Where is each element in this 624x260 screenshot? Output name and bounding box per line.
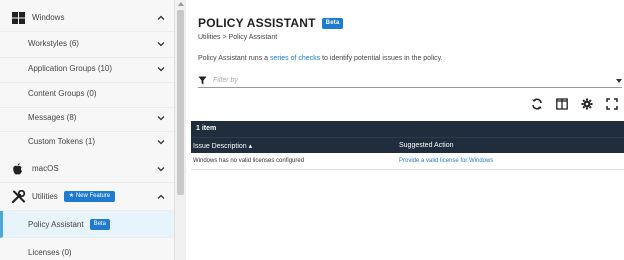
settings-icon[interactable]	[581, 98, 593, 110]
sidebar: Windows Workstyles (6) Application Group…	[0, 0, 186, 260]
apple-icon	[12, 162, 26, 175]
sidebar-scrollbar[interactable]	[174, 0, 186, 260]
columns-icon[interactable]	[556, 98, 568, 110]
beta-badge: Beta	[321, 17, 344, 29]
dropdown-caret-icon[interactable]	[616, 79, 622, 83]
series-of-checks-link[interactable]: series of checks	[270, 55, 320, 62]
beta-badge: Beta	[89, 218, 110, 230]
sidebar-item-label: Content Groups (0)	[28, 89, 97, 98]
sidebar-item-label: Custom Tokens (1)	[28, 137, 95, 146]
grid-column-headers: Issue Description ▴ Suggested Action	[191, 137, 624, 153]
breadcrumb: Utilities > Policy Assistant	[198, 34, 278, 41]
grid-header: 1 item Issue Description ▴ Suggested Act…	[191, 121, 624, 153]
sidebar-item-label: Policy Assistant	[28, 219, 84, 229]
page-description: Policy Assistant runs a series of checks…	[198, 55, 443, 62]
page-title: POLICY ASSISTANT Beta	[198, 16, 344, 30]
sidebar-item-application-groups[interactable]: Application Groups (10)	[0, 55, 174, 83]
filter-icon	[198, 76, 207, 85]
fullscreen-icon[interactable]	[606, 98, 618, 110]
chevron-down-icon[interactable]	[156, 64, 166, 74]
item-count: 1 item	[196, 125, 217, 132]
page-title-text: POLICY ASSISTANT	[198, 16, 316, 30]
chevron-up-icon[interactable]	[156, 192, 166, 202]
chevron-down-icon[interactable]	[156, 113, 166, 123]
scrollbar-thumb[interactable]	[177, 10, 184, 195]
column-header-issue-description[interactable]: Issue Description ▴	[191, 142, 397, 150]
sidebar-section-label: macOS	[32, 164, 59, 173]
issue-cell: Windows has no valid licenses configured	[193, 158, 305, 164]
sidebar-item-label: Workstyles (6)	[28, 39, 79, 48]
chevron-down-icon[interactable]	[156, 39, 166, 49]
sidebar-item-label: Licenses (0)	[28, 247, 72, 257]
badge-label: New Feature	[75, 193, 111, 199]
main-content: POLICY ASSISTANT Beta Utilities > Policy…	[191, 0, 624, 260]
chevron-down-icon[interactable]	[156, 164, 166, 174]
sidebar-item-label: Messages (8)	[28, 113, 77, 122]
new-feature-badge: ★ New Feature	[63, 191, 116, 202]
suggested-action-link[interactable]: Provide a valid license for Windows	[397, 158, 624, 164]
sidebar-item-custom-tokens[interactable]: Custom Tokens (1)	[0, 128, 174, 156]
sidebar-item-licenses[interactable]: Licenses (0)	[0, 238, 174, 260]
refresh-icon[interactable]	[531, 98, 543, 110]
sidebar-item-policy-assistant[interactable]: Policy Assistant Beta	[0, 211, 174, 238]
grid-toolbar	[531, 98, 618, 110]
column-header-suggested-action[interactable]: Suggested Action	[397, 142, 624, 149]
scroll-up-arrow-icon[interactable]	[178, 2, 184, 6]
description-text-end: to identify potential issues in the poli…	[320, 55, 443, 62]
filter-input[interactable]: Filter by	[198, 74, 622, 88]
tools-icon	[12, 190, 26, 203]
sidebar-section-macos[interactable]: macOS	[0, 155, 174, 183]
sidebar-section-windows[interactable]: Windows	[0, 4, 174, 32]
sidebar-section-label: Utilities	[32, 192, 58, 201]
table-row[interactable]: Windows has no valid licenses configured…	[191, 153, 624, 170]
sidebar-item-label: Application Groups (10)	[28, 64, 113, 73]
sidebar-section-utilities[interactable]: Utilities ★ New Feature	[0, 183, 174, 211]
chevron-down-icon[interactable]	[156, 137, 166, 147]
sidebar-item-workstyles[interactable]: Workstyles (6)	[0, 30, 174, 58]
windows-icon	[12, 11, 26, 24]
sidebar-section-label: Windows	[32, 13, 65, 22]
issues-grid: 1 item Issue Description ▴ Suggested Act…	[191, 121, 624, 170]
filter-placeholder: Filter by	[213, 77, 238, 84]
description-text: Policy Assistant runs a	[198, 55, 270, 62]
chevron-up-icon[interactable]	[156, 13, 166, 23]
